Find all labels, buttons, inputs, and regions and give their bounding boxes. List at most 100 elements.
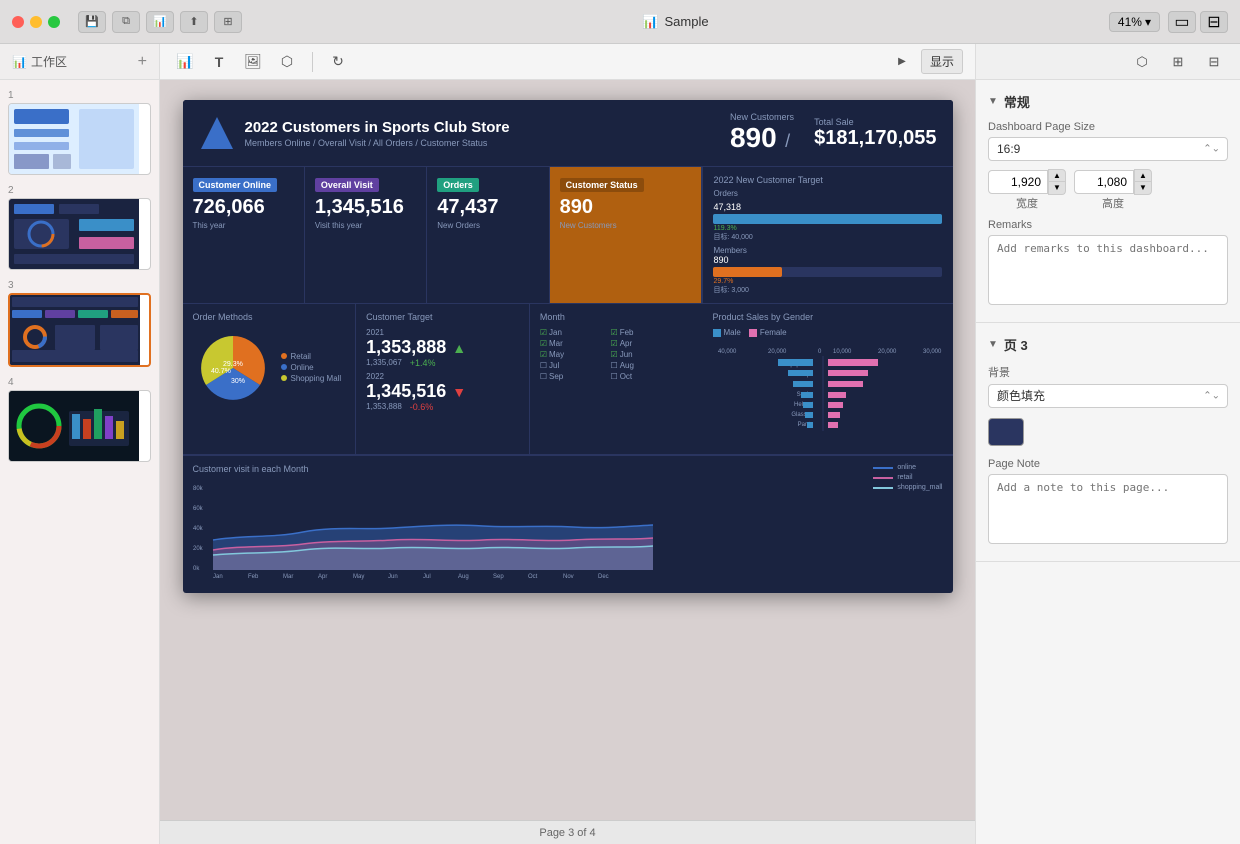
orders-bar-track (713, 214, 942, 224)
toolbar-separator (312, 52, 313, 72)
width-label: 宽度 (988, 195, 1066, 211)
month-may: ☑ May (540, 350, 609, 359)
members-bar: 890 29.7% 目标: 3,000 (713, 255, 942, 295)
export-button[interactable]: ⬆ (180, 11, 208, 33)
gender-chart-section: Product Sales by Gender Male Female (703, 304, 953, 454)
total-sale-value: $181,170,055 (814, 127, 936, 150)
duplicate-button[interactable]: ⧉ (112, 11, 140, 33)
display-button[interactable]: 显示 (921, 49, 963, 74)
chart-tool[interactable]: 📊 (172, 49, 198, 75)
close-button[interactable] (12, 16, 24, 28)
members-bar-track (713, 267, 942, 277)
status-bar: Page 3 of 4 (160, 820, 975, 844)
add-page-button[interactable]: + (138, 53, 147, 71)
pages-list: 1 (0, 80, 159, 844)
width-input[interactable] (988, 170, 1048, 194)
title-bar-tools: 💾 ⧉ 📊 ⬆ ⊞ (78, 11, 242, 33)
male-dot (713, 329, 721, 337)
dashboard-header: 2022 Customers in Sports Club Store Memb… (183, 100, 953, 167)
new-customers-value: 890 (730, 122, 777, 153)
target-year-2021: 2021 (366, 328, 519, 337)
area-chart-title: Customer visit in each Month (193, 464, 653, 474)
gender-legend: Male Female (713, 328, 943, 337)
shape-tool[interactable]: ⬡ (274, 49, 300, 75)
width-decrement[interactable]: ▼ (1048, 182, 1066, 195)
orders-bar-fill (713, 214, 942, 224)
page-item-2[interactable]: 2 (8, 183, 151, 270)
kpi-label-3: Customer Status (560, 178, 644, 192)
view-split-button[interactable]: ⊟ (1200, 11, 1228, 33)
month-jun: ☑ Jun (611, 350, 680, 359)
chart-button[interactable]: 📊 (146, 11, 174, 33)
dashboard-mid: Order Methods 29.3% 30% (183, 304, 953, 455)
dashboard-title-section: 2022 Customers in Sports Club Store Memb… (245, 119, 510, 148)
svg-text:20,000: 20,000 (768, 349, 787, 355)
page-thumb-4 (8, 390, 151, 462)
kpi-sublabel-2: New Orders (437, 221, 538, 230)
target-change-2022: -0.6% (410, 402, 434, 412)
order-pie-chart: 29.3% 30% 40.7% (193, 328, 273, 408)
text-tool[interactable]: T (206, 49, 232, 75)
page-arrow: ▼ (988, 339, 998, 350)
shopping-mall-legend: shopping_mall (873, 484, 942, 491)
page-size-label: Dashboard Page Size (988, 121, 1228, 133)
height-decrement[interactable]: ▼ (1134, 182, 1152, 195)
target-arrow-up: ▲ (452, 340, 466, 356)
svg-text:29.3%: 29.3% (223, 361, 243, 368)
save-button[interactable]: 💾 (78, 11, 106, 33)
shopping-mall-legend-line (873, 487, 893, 489)
svg-text:30%: 30% (231, 378, 245, 385)
online-legend: online (873, 464, 942, 471)
target-year-2022: 2022 (366, 372, 519, 381)
svg-text:Jul: Jul (423, 574, 431, 580)
dimensions-row: ▲ ▼ 宽度 ▲ ▼ 高度 (988, 169, 1228, 211)
gender-chart-svg: 40,000 20,000 0 10,000 20,000 30,000 Equ… (713, 341, 943, 441)
page-size-select[interactable]: 16:9 4:3 Custom (988, 137, 1228, 161)
remarks-textarea[interactable] (988, 235, 1228, 305)
general-section: ▼ 常规 Dashboard Page Size 16:9 4:3 Custom… (976, 80, 1240, 323)
svg-text:0: 0 (818, 349, 822, 355)
dashboard-logo (199, 115, 235, 151)
legend-online: Online (281, 363, 342, 372)
svg-text:Jan: Jan (213, 574, 223, 580)
3d-icon[interactable]: ⬡ (1128, 49, 1156, 75)
total-sale-label: Total Sale (814, 117, 936, 127)
refresh-tool[interactable]: ↻ (325, 49, 351, 75)
page-item-3[interactable]: 3 (8, 278, 151, 367)
panel-title: 📊 工作区 (12, 53, 67, 70)
shopping-mall-dot (281, 375, 287, 381)
page-item-1[interactable]: 1 (8, 88, 151, 175)
svg-text:Aug: Aug (458, 574, 469, 580)
image-tool[interactable]: 🖼 (240, 49, 266, 75)
members-bar-fill (713, 267, 782, 277)
orders-bar: 47,318 119.3% 目标: 40,000 (713, 202, 942, 242)
background-select[interactable]: 颜色填充 图片填充 无 (988, 384, 1228, 408)
svg-text:Apr: Apr (318, 574, 327, 580)
new-customers-label: New Customers (730, 112, 794, 122)
maximize-button[interactable] (48, 16, 60, 28)
layout-icon[interactable]: ⊟ (1200, 49, 1228, 75)
general-title: 常规 (1004, 92, 1030, 111)
page-number-3: 3 (8, 278, 151, 293)
retail-legend: retail (873, 474, 942, 481)
grid-icon[interactable]: ⊞ (1164, 49, 1192, 75)
height-increment[interactable]: ▲ (1134, 169, 1152, 182)
width-increment[interactable]: ▲ (1048, 169, 1066, 182)
svg-text:30,000: 30,000 (923, 349, 942, 355)
kpi-label-2: Orders (437, 178, 479, 192)
height-input[interactable] (1074, 170, 1134, 194)
svg-text:Dec: Dec (598, 574, 609, 580)
svg-text:60k: 60k (193, 506, 204, 512)
main-content: 📊 工作区 + 1 (0, 44, 1240, 844)
background-color-swatch[interactable] (988, 418, 1024, 446)
page-thumb-3 (8, 293, 151, 367)
page-note-textarea[interactable] (988, 474, 1228, 544)
zoom-control[interactable]: 41% ▾ (1109, 12, 1160, 32)
layout-button[interactable]: ⊞ (214, 11, 242, 33)
canvas-toolbar-right: ▶ 显示 (889, 49, 963, 75)
page-item-4[interactable]: 4 (8, 375, 151, 462)
svg-text:40.7%: 40.7% (211, 368, 231, 375)
dashboard-title: 2022 Customers in Sports Club Store (245, 119, 510, 136)
minimize-button[interactable] (30, 16, 42, 28)
view-single-button[interactable]: ▭ (1168, 11, 1196, 33)
